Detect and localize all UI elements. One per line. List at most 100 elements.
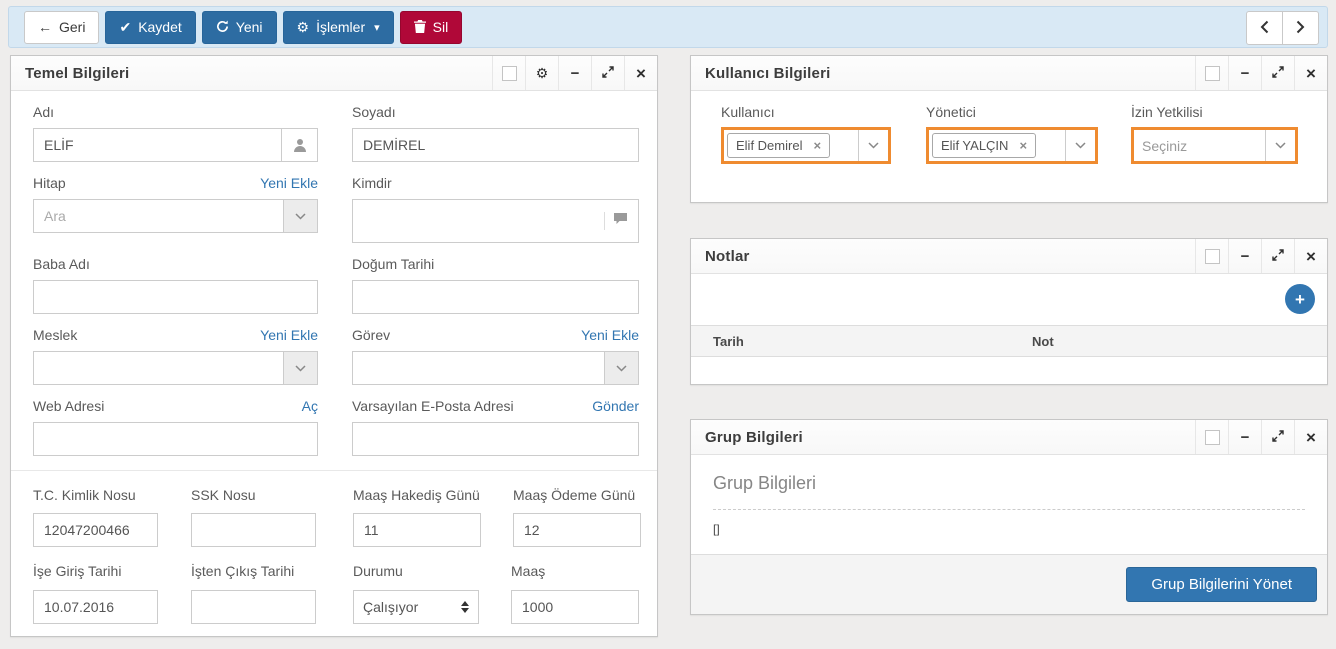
meslek-yeni-ekle-link[interactable]: Yeni Ekle xyxy=(260,327,318,343)
meslek-select[interactable] xyxy=(33,351,318,385)
maas-hakedis-input[interactable] xyxy=(354,514,480,546)
durumu-select[interactable]: Çalışıyor xyxy=(353,590,479,624)
remove-tag-icon[interactable]: × xyxy=(813,138,821,153)
minus-icon: − xyxy=(1241,248,1250,265)
save-button-label: Kaydet xyxy=(138,19,182,35)
kimdir-textarea[interactable] xyxy=(353,200,604,242)
next-record-button[interactable] xyxy=(1282,11,1319,45)
dogum-tarihi-input[interactable] xyxy=(353,281,638,313)
izin-yetkilisi-select[interactable]: Seçiniz xyxy=(1131,127,1298,164)
panel-collapse-button[interactable]: − xyxy=(1228,56,1261,90)
check-icon: ✔ xyxy=(119,20,131,34)
chevron-down-icon[interactable] xyxy=(283,200,317,232)
panel-title-grup: Grup Bilgileri xyxy=(691,429,1195,446)
panel-expand-button[interactable] xyxy=(1261,239,1294,273)
maas-input[interactable] xyxy=(512,591,638,623)
chevron-left-icon xyxy=(1260,20,1269,37)
panel-close-button[interactable]: × xyxy=(1294,56,1327,90)
notlar-col-not: Not xyxy=(1032,334,1327,349)
person-icon xyxy=(281,129,317,161)
add-note-button[interactable]: + xyxy=(1285,284,1315,314)
panel-close-button[interactable]: × xyxy=(1294,420,1327,454)
panel-settings-button[interactable]: ⚙ xyxy=(525,56,558,90)
gorev-label: Görev xyxy=(352,327,390,343)
panel-expand-button[interactable] xyxy=(1261,56,1294,90)
yonetici-select[interactable]: Elif YALÇIN × xyxy=(926,127,1098,164)
panel-collapse-button[interactable]: − xyxy=(1228,239,1261,273)
delete-button[interactable]: Sil xyxy=(400,11,463,44)
meslek-input[interactable] xyxy=(34,352,283,384)
panel-expand-button[interactable] xyxy=(591,56,624,90)
hitap-yeni-ekle-link[interactable]: Yeni Ekle xyxy=(260,175,318,191)
eposta-gonder-link[interactable]: Gönder xyxy=(592,398,639,414)
refresh-icon xyxy=(216,20,229,35)
panel-select-checkbox[interactable] xyxy=(1195,420,1228,454)
new-button[interactable]: Yeni xyxy=(202,11,277,44)
manage-groups-button[interactable]: Grup Bilgilerini Yönet xyxy=(1126,567,1317,602)
web-adresi-input[interactable] xyxy=(34,423,317,455)
ise-giris-input[interactable] xyxy=(34,591,157,623)
web-adresi-ac-link[interactable]: Aç xyxy=(302,398,318,414)
kullanici-select[interactable]: Elif Demirel × xyxy=(721,127,891,164)
chevron-down-icon[interactable] xyxy=(858,130,888,161)
new-button-label: Yeni xyxy=(236,19,263,35)
maas-label: Maaş xyxy=(511,561,639,581)
maas-hakedis-label: Maaş Hakediş Günü xyxy=(353,485,481,505)
kullanici-label: Kullanıcı xyxy=(721,104,891,120)
durumu-label: Durumu xyxy=(353,561,479,581)
ssk-input[interactable] xyxy=(192,514,315,546)
operations-dropdown-button[interactable]: ⚙ İşlemler ▾ xyxy=(283,11,394,44)
panel-grup-bilgileri: Grup Bilgileri − × Grup Bilgileri [] Gru… xyxy=(690,419,1328,615)
chevron-down-icon[interactable] xyxy=(1265,130,1295,161)
isten-cikis-input[interactable] xyxy=(192,591,315,623)
yonetici-selected-tag: Elif YALÇIN × xyxy=(932,133,1036,158)
back-button[interactable]: ← Geri xyxy=(24,11,99,44)
panel-collapse-button[interactable]: − xyxy=(1228,420,1261,454)
chevron-down-icon[interactable] xyxy=(283,352,317,384)
gear-icon: ⚙ xyxy=(536,65,549,82)
plus-icon: + xyxy=(1295,291,1305,308)
prev-record-button[interactable] xyxy=(1246,11,1283,45)
soyadi-input[interactable] xyxy=(353,129,638,161)
record-nav-group xyxy=(1246,11,1319,45)
adi-label: Adı xyxy=(33,104,54,120)
chevron-down-icon[interactable] xyxy=(604,352,638,384)
minus-icon: − xyxy=(1241,429,1250,446)
hitap-search-input[interactable] xyxy=(34,200,283,232)
panel-expand-button[interactable] xyxy=(1261,420,1294,454)
soyadi-label: Soyadı xyxy=(352,104,396,120)
eposta-input[interactable] xyxy=(353,423,638,455)
dogum-tarihi-label: Doğum Tarihi xyxy=(352,256,434,272)
maas-odeme-input[interactable] xyxy=(514,514,640,546)
kullanici-selected-tag: Elif Demirel × xyxy=(727,133,830,158)
panel-select-checkbox[interactable] xyxy=(1195,56,1228,90)
adi-field-group xyxy=(33,128,318,162)
chevron-down-icon[interactable] xyxy=(1065,130,1095,161)
remove-tag-icon[interactable]: × xyxy=(1019,138,1027,153)
baba-adi-input[interactable] xyxy=(34,281,317,313)
select-arrows-icon xyxy=(461,601,469,613)
hitap-select[interactable] xyxy=(33,199,318,233)
save-button[interactable]: ✔ Kaydet xyxy=(105,11,195,44)
arrow-left-icon: ← xyxy=(38,20,52,34)
gorev-yeni-ekle-link[interactable]: Yeni Ekle xyxy=(581,327,639,343)
panel-close-button[interactable]: × xyxy=(1294,239,1327,273)
grup-footer: Grup Bilgilerini Yönet xyxy=(691,554,1327,614)
ssk-label: SSK Nosu xyxy=(191,485,316,505)
panel-select-checkbox[interactable] xyxy=(1195,239,1228,273)
panel-collapse-button[interactable]: − xyxy=(558,56,591,90)
grup-body-value: [] xyxy=(713,522,1305,536)
gorev-input[interactable] xyxy=(353,352,604,384)
adi-input[interactable] xyxy=(34,129,281,161)
panel-notlar: Notlar − × + Tarih Not xyxy=(690,238,1328,385)
minus-icon: − xyxy=(1241,65,1250,82)
action-toolbar: ← Geri ✔ Kaydet Yeni ⚙ İşlemler ▾ Sil xyxy=(8,6,1328,48)
tc-kimlik-input[interactable] xyxy=(34,514,157,546)
panel-select-checkbox[interactable] xyxy=(492,56,525,90)
expand-icon xyxy=(1272,248,1284,264)
close-icon: × xyxy=(1306,429,1316,446)
gorev-select[interactable] xyxy=(352,351,639,385)
izin-yetkilisi-placeholder: Seçiniz xyxy=(1134,138,1187,154)
baba-adi-label: Baba Adı xyxy=(33,256,90,272)
panel-close-button[interactable]: × xyxy=(624,56,657,90)
